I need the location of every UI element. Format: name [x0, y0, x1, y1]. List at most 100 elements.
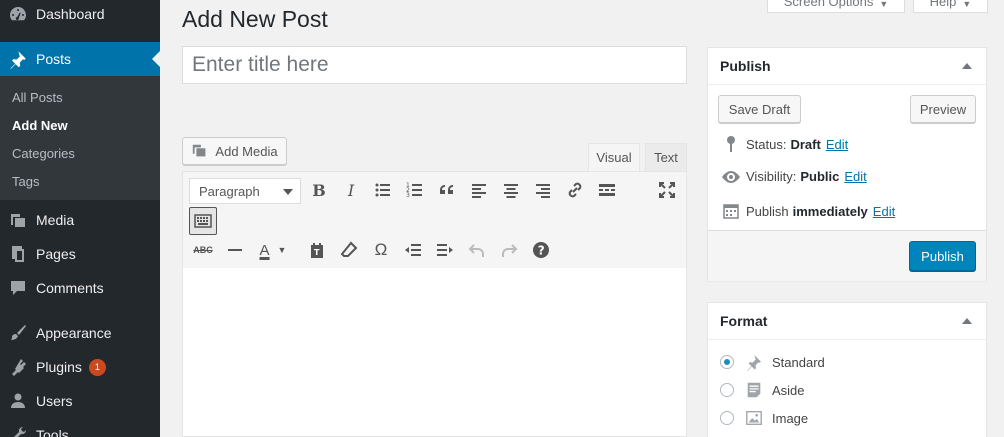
plugin-icon [0, 357, 36, 377]
format-option-standard[interactable]: Standard [720, 352, 825, 372]
menu-appearance-label: Appearance [36, 325, 112, 341]
visibility-row: Visibility: Public Edit [720, 169, 867, 184]
text-color-icon[interactable]: A ▼ [253, 236, 293, 264]
menu-plugins[interactable]: Plugins 1 [0, 350, 160, 384]
save-draft-button[interactable]: Save Draft [718, 95, 801, 123]
help-button[interactable]: Help ▼ [913, 0, 988, 13]
horizontal-line-icon[interactable] [221, 236, 249, 264]
posts-submenu: All Posts Add New Categories Tags [0, 76, 160, 200]
menu-comments-label: Comments [36, 280, 104, 296]
menu-tools[interactable]: Tools [0, 418, 160, 437]
redo-icon[interactable] [495, 236, 523, 264]
strikethrough-icon[interactable]: ABC [189, 236, 217, 264]
media-icon [0, 210, 36, 230]
edit-status-link[interactable]: Edit [826, 137, 848, 152]
submenu-tags[interactable]: Tags [12, 174, 39, 189]
preview-button[interactable]: Preview [910, 95, 976, 123]
italic-icon[interactable]: I [337, 176, 365, 204]
radio-image[interactable] [720, 411, 734, 425]
format-box-title: Format [720, 313, 768, 329]
toolbar-toggle-icon[interactable] [189, 207, 217, 235]
pages-icon [0, 244, 36, 264]
menu-users-label: Users [36, 393, 73, 409]
page-title: Add New Post [182, 6, 328, 32]
undo-icon[interactable] [463, 236, 491, 264]
publish-time-label: Publish [746, 203, 789, 219]
fullscreen-icon[interactable] [653, 176, 681, 204]
add-media-icon [191, 142, 209, 160]
align-left-icon[interactable] [465, 176, 493, 204]
publish-box-header[interactable]: Publish [708, 48, 986, 85]
clear-formatting-icon[interactable] [335, 236, 363, 264]
status-value: Draft [790, 136, 821, 152]
svg-text:?: ? [538, 244, 545, 258]
align-center-icon[interactable] [497, 176, 525, 204]
screen-options-button[interactable]: Screen Options ▼ [767, 0, 905, 13]
publish-actions: Publish [708, 230, 986, 281]
add-media-button[interactable]: Add Media [182, 137, 287, 165]
plugins-update-badge: 1 [88, 358, 106, 376]
status-row: Status: Draft Edit [720, 135, 848, 153]
menu-dashboard[interactable]: Dashboard [0, 0, 160, 31]
edit-publish-time-link[interactable]: Edit [873, 204, 895, 219]
blockquote-icon[interactable] [433, 176, 461, 204]
help-icon[interactable]: ? [527, 236, 555, 264]
publish-time-row: Publish immediately Edit [720, 203, 895, 219]
format-box: Format Standard Aside Image [707, 302, 987, 437]
screen-options-label: Screen Options [783, 0, 874, 9]
radio-standard[interactable] [720, 355, 734, 369]
indent-icon[interactable] [431, 236, 459, 264]
visibility-label: Visibility: [746, 169, 797, 184]
menu-appearance[interactable]: Appearance [0, 316, 160, 350]
collapse-arrow-icon[interactable] [962, 63, 972, 69]
caret-down-icon: ▼ [962, 0, 972, 9]
radio-aside[interactable] [720, 383, 734, 397]
post-content-editor[interactable] [182, 268, 687, 437]
menu-users[interactable]: Users [0, 384, 160, 418]
menu-plugins-label: Plugins [36, 359, 82, 375]
edit-visibility-link[interactable]: Edit [844, 169, 866, 184]
user-icon [0, 391, 36, 411]
format-option-standard-label: Standard [772, 354, 825, 370]
add-media-label: Add Media [215, 143, 278, 159]
comment-icon [0, 278, 36, 298]
chevron-down-icon [283, 189, 293, 200]
submenu-add-new[interactable]: Add New [12, 118, 68, 133]
numbered-list-icon[interactable]: 123 [401, 176, 429, 204]
format-select-value: Paragraph [199, 183, 260, 199]
admin-sidebar: Dashboard Posts All Posts Add New Catego… [0, 0, 160, 437]
format-option-aside[interactable]: Aside [720, 380, 805, 400]
collapse-arrow-icon[interactable] [962, 318, 972, 324]
publish-button[interactable]: Publish [909, 241, 976, 271]
submenu-categories[interactable]: Categories [12, 146, 75, 161]
submenu-all-posts[interactable]: All Posts [12, 90, 63, 105]
format-option-image[interactable]: Image [720, 408, 808, 428]
tab-visual[interactable]: Visual [588, 143, 640, 172]
publish-box: Publish Save Draft Preview Status: Draft… [707, 47, 987, 281]
tab-text[interactable]: Text [645, 143, 687, 172]
format-option-aside-label: Aside [772, 382, 805, 398]
bullet-list-icon[interactable] [369, 176, 397, 204]
paintbrush-icon [0, 323, 36, 343]
menu-posts[interactable]: Posts [0, 42, 160, 76]
outdent-icon[interactable] [399, 236, 427, 264]
post-title-input[interactable] [182, 46, 687, 84]
menu-pages[interactable]: Pages [0, 237, 160, 271]
wrench-icon [0, 425, 36, 437]
menu-media[interactable]: Media [0, 203, 160, 237]
paste-text-icon[interactable]: T [303, 236, 331, 264]
read-more-icon[interactable] [593, 176, 621, 204]
format-select[interactable]: Paragraph [189, 178, 301, 204]
bold-icon[interactable]: B [305, 176, 333, 204]
svg-text:3: 3 [406, 192, 410, 199]
format-box-header[interactable]: Format [708, 303, 986, 340]
link-icon[interactable] [561, 176, 589, 204]
image-icon [744, 408, 764, 428]
special-character-icon[interactable]: Ω [367, 236, 395, 264]
help-label: Help [929, 0, 957, 9]
editor-toolbar: Paragraph B I 123 ABC A ▼ T Ω ? [182, 171, 687, 269]
menu-comments[interactable]: Comments [0, 271, 160, 305]
status-label: Status: [746, 136, 787, 152]
menu-dashboard-label: Dashboard [36, 6, 105, 22]
align-right-icon[interactable] [529, 176, 557, 204]
